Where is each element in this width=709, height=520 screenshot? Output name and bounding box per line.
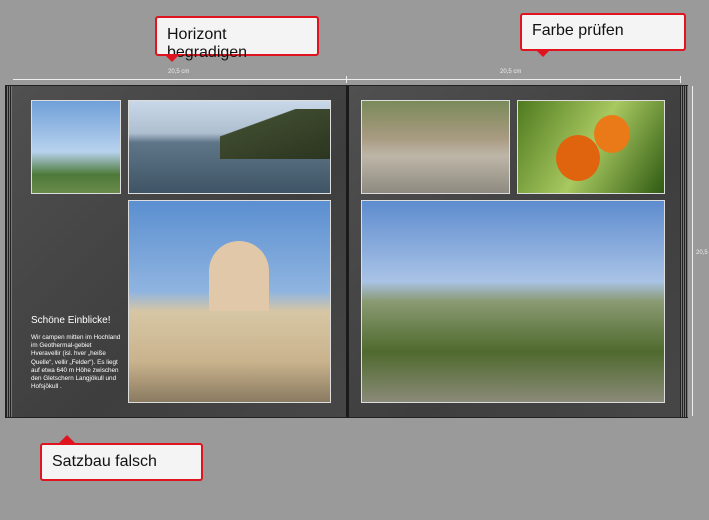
callout-pointer xyxy=(535,49,551,57)
page-edges xyxy=(680,86,688,417)
photo-rocking-chair[interactable] xyxy=(361,100,510,194)
photo-oranges[interactable] xyxy=(517,100,665,194)
callout-syntax[interactable]: Satzbau falsch xyxy=(40,443,203,481)
text-body: Wir campen mitten im Hochland im Geother… xyxy=(31,334,121,391)
callout-horizon[interactable]: Horizont begradigen xyxy=(155,16,319,61)
photo-pine-tree[interactable] xyxy=(31,100,121,194)
dimension-tick xyxy=(346,76,347,83)
right-width-label: 20,5 cm xyxy=(500,69,522,75)
callout-syntax-text: Satzbau falsch xyxy=(52,453,157,470)
text-block[interactable]: Schöne Einblicke! Wir campen mitten im H… xyxy=(31,315,121,391)
callout-pointer xyxy=(164,54,180,62)
photo-castle-hill[interactable] xyxy=(361,200,665,403)
callout-color[interactable]: Farbe prüfen xyxy=(520,13,686,51)
photo-church-dome[interactable] xyxy=(128,200,331,403)
callout-pointer xyxy=(59,435,75,443)
dimension-tick xyxy=(680,76,681,83)
height-label: 20,5 xyxy=(696,250,708,256)
left-width-label: 20,5 cm xyxy=(168,69,190,75)
page-edges xyxy=(6,86,12,417)
spine xyxy=(346,86,349,417)
callout-color-text: Farbe prüfen xyxy=(532,22,624,39)
photo-sea-coast[interactable] xyxy=(128,100,331,194)
text-heading: Schöne Einblicke! xyxy=(31,315,111,326)
height-line xyxy=(692,86,693,416)
